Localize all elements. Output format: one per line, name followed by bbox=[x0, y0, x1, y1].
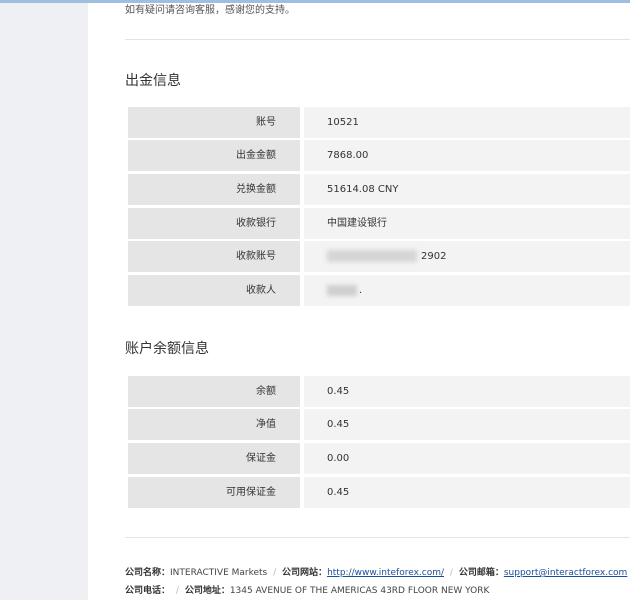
row-value: 51614.08 CNY bbox=[304, 174, 630, 205]
row-receiving-account: 收款账号 2902 bbox=[128, 241, 630, 272]
row-value: 2902 bbox=[304, 241, 630, 272]
address-label: 公司地址： bbox=[184, 586, 230, 596]
row-equity: 净值 0.45 bbox=[128, 409, 630, 440]
row-label: 收款人 bbox=[128, 275, 300, 306]
row-payee: 收款人 . bbox=[128, 275, 630, 306]
account-suffix: 2902 bbox=[421, 251, 447, 262]
row-value: 0.45 bbox=[304, 477, 630, 508]
row-label: 账号 bbox=[128, 107, 300, 138]
redacted-blur bbox=[327, 250, 417, 262]
payee-suffix: . bbox=[359, 285, 363, 296]
row-label: 收款银行 bbox=[128, 208, 300, 239]
footer-line-2: 公司电话： / 公司地址：1345 AVENUE OF THE AMERICAS… bbox=[125, 583, 489, 596]
row-label: 余额 bbox=[128, 376, 300, 407]
redacted-blur bbox=[327, 284, 357, 296]
row-value: 10521 bbox=[304, 107, 630, 138]
row-value: 7868.00 bbox=[304, 140, 630, 171]
balance-section-title: 账户余额信息 bbox=[125, 341, 209, 357]
row-withdrawal-amount: 出金金额 7868.00 bbox=[128, 140, 630, 171]
row-value: 0.00 bbox=[304, 443, 630, 474]
row-converted-amount: 兑换金额 51614.08 CNY bbox=[128, 174, 630, 205]
separator: / bbox=[273, 568, 277, 578]
company-name: INTERACTIVE Markets bbox=[170, 568, 268, 578]
company-name-label: 公司名称： bbox=[125, 568, 171, 578]
row-value: 0.45 bbox=[304, 376, 630, 407]
row-label: 收款账号 bbox=[128, 241, 300, 272]
footer-divider bbox=[125, 537, 630, 538]
company-address: 1345 AVENUE OF THE AMERICAS 43RD FLOOR N… bbox=[229, 586, 490, 596]
row-balance: 余额 0.45 bbox=[128, 376, 630, 407]
phone-label: 公司电话： bbox=[125, 586, 171, 596]
notice-text: 如有疑问请咨询客服，感谢您的支持。 bbox=[125, 5, 295, 16]
separator: / bbox=[449, 568, 453, 578]
main-content: 如有疑问请咨询客服，感谢您的支持。 出金信息 账号 10521 出金金额 786… bbox=[88, 3, 630, 600]
row-margin: 保证金 0.00 bbox=[128, 443, 630, 474]
left-sidebar bbox=[0, 3, 88, 600]
row-label: 净值 bbox=[128, 409, 300, 440]
email-link[interactable]: support@interactforex.com bbox=[504, 568, 627, 578]
website-link[interactable]: http://www.inteforex.com/ bbox=[327, 568, 444, 578]
row-free-margin: 可用保证金 0.45 bbox=[128, 477, 630, 508]
row-account-number: 账号 10521 bbox=[128, 107, 630, 138]
row-label: 保证金 bbox=[128, 443, 300, 474]
separator: / bbox=[175, 586, 179, 596]
top-divider bbox=[125, 39, 630, 40]
row-label: 兑换金额 bbox=[128, 174, 300, 205]
website-label: 公司网站： bbox=[282, 568, 328, 578]
row-receiving-bank: 收款银行 中国建设银行 bbox=[128, 208, 630, 239]
row-value: 0.45 bbox=[304, 409, 630, 440]
row-label: 可用保证金 bbox=[128, 477, 300, 508]
row-label: 出金金额 bbox=[128, 140, 300, 171]
footer-line-1: 公司名称：INTERACTIVE Markets / 公司网站：http://w… bbox=[125, 565, 627, 578]
withdrawal-section-title: 出金信息 bbox=[125, 73, 181, 89]
row-value: . bbox=[304, 275, 630, 306]
email-label: 公司邮箱： bbox=[458, 568, 504, 578]
row-value: 中国建设银行 bbox=[304, 208, 630, 239]
